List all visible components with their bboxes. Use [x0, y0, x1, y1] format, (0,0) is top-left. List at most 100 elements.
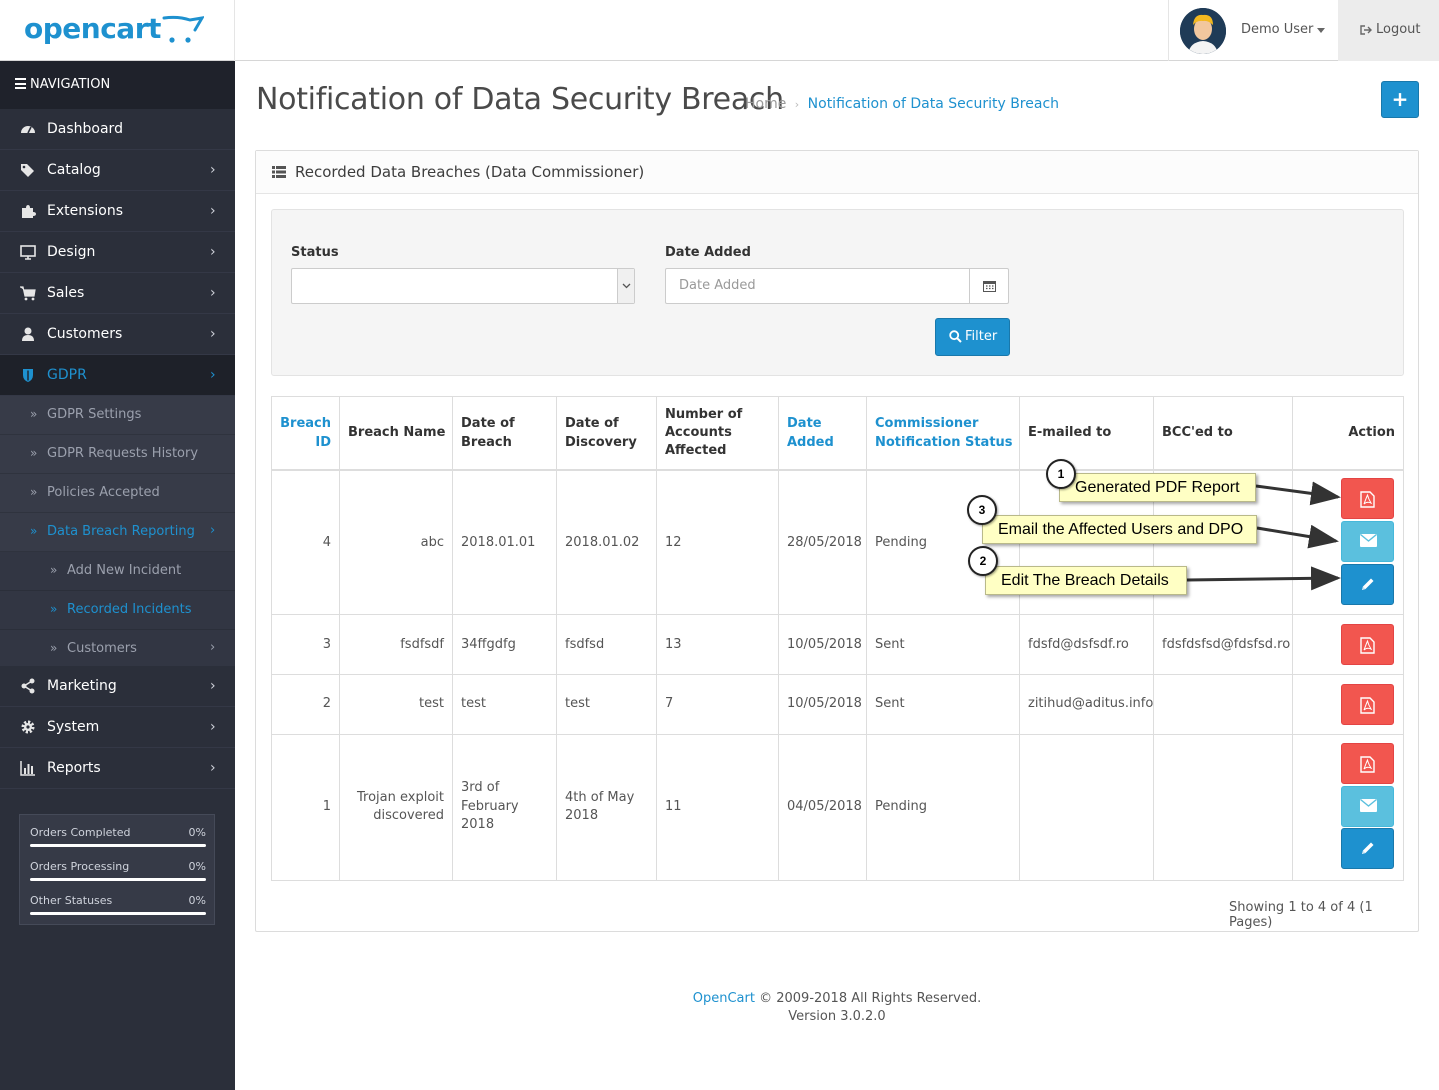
pdf-report-button[interactable]: [1341, 478, 1394, 519]
column-header-date-added[interactable]: Date Added: [779, 397, 867, 469]
row-actions: [1293, 735, 1403, 880]
filter-button[interactable]: Filter: [935, 318, 1010, 356]
sidebar: NAVIGATION Dashboard Catalog › Extension…: [0, 61, 235, 1090]
edit-button[interactable]: [1341, 828, 1394, 869]
logout-button[interactable]: Logout: [1338, 0, 1439, 61]
table-row: 3 fsdfsdf 34ffgdfg fsdfsd 13 10/05/2018 …: [272, 614, 1403, 674]
progress-bar: [30, 912, 206, 915]
footer-brand-link[interactable]: OpenCart: [693, 991, 755, 1006]
breadcrumb-home[interactable]: Home: [745, 96, 786, 112]
chevron-right-icon: ›: [210, 367, 216, 383]
list-icon: [272, 166, 286, 178]
email-button[interactable]: [1341, 786, 1394, 827]
sidebar-item-catalog[interactable]: Catalog ›: [0, 150, 235, 191]
bars-icon: [15, 78, 26, 89]
column-header-date-of-breach: Date of Breach: [453, 397, 557, 469]
order-stats-widget: Orders Completed 0% Orders Processing 0%…: [19, 814, 215, 925]
user-menu[interactable]: Demo User: [1168, 0, 1338, 61]
pencil-icon: [1362, 842, 1374, 854]
sidebar-item-breach-customers[interactable]: » Customers ›: [0, 630, 235, 669]
breach-table: Breach ID Breach Name Date of Breach Dat…: [271, 396, 1404, 881]
edit-button[interactable]: [1341, 564, 1394, 605]
search-icon: [949, 330, 962, 343]
progress-bar: [30, 844, 206, 847]
chevron-right-icon: ›: [210, 285, 216, 301]
stat-orders-processing: Orders Processing 0%: [30, 851, 206, 881]
chevron-right-icon: ›: [210, 640, 216, 655]
status-select[interactable]: [291, 268, 635, 304]
file-pdf-icon: [1360, 637, 1375, 654]
chevron-right-icon: ›: [210, 244, 216, 260]
date-added-label: Date Added: [665, 245, 751, 260]
pdf-report-button[interactable]: [1341, 743, 1394, 784]
date-added-input[interactable]: Date Added: [665, 268, 970, 304]
double-angle-right-icon: »: [50, 602, 58, 616]
pagination-summary: Showing 1 to 4 of 4 (1 Pages): [1229, 900, 1373, 930]
breadcrumb: Home › Notification of Data Security Bre…: [745, 96, 1059, 112]
tags-icon: [21, 164, 34, 177]
column-header-bcc-to: BCC'ed to: [1154, 397, 1293, 469]
panel-title: Recorded Data Breaches (Data Commissione…: [295, 163, 645, 181]
calendar-button[interactable]: [969, 268, 1009, 304]
chevron-right-icon: ›: [210, 203, 216, 219]
progress-bar: [30, 878, 206, 881]
callout-badge-2: 2: [968, 546, 998, 576]
sidebar-item-gdpr-requests-history[interactable]: » GDPR Requests History: [0, 435, 235, 474]
column-header-breach-name: Breach Name: [340, 397, 453, 469]
panel-heading: Recorded Data Breaches (Data Commissione…: [256, 151, 1418, 194]
sidebar-item-design[interactable]: Design ›: [0, 232, 235, 273]
footer-version: Version 3.0.2.0: [788, 1009, 886, 1024]
sidebar-item-gdpr[interactable]: GDPR ›: [0, 355, 235, 396]
pdf-report-button[interactable]: [1341, 684, 1394, 725]
sidebar-item-sales[interactable]: Sales ›: [0, 273, 235, 314]
add-new-button[interactable]: +: [1381, 81, 1419, 118]
double-angle-right-icon: »: [30, 524, 38, 538]
stat-orders-completed: Orders Completed 0%: [30, 817, 206, 847]
sidebar-item-dashboard[interactable]: Dashboard: [0, 109, 235, 150]
sidebar-item-recorded-incidents[interactable]: » Recorded Incidents: [0, 591, 235, 630]
breadcrumb-separator: ›: [794, 98, 800, 111]
row-actions: [1293, 615, 1403, 674]
sidebar-item-gdpr-settings[interactable]: » GDPR Settings: [0, 396, 235, 435]
file-pdf-icon: [1360, 491, 1375, 508]
page-title: Notification of Data Security Breach: [256, 82, 784, 117]
email-button[interactable]: [1341, 521, 1394, 562]
dashboard-icon: [21, 126, 35, 134]
gear-icon: [21, 720, 35, 734]
breadcrumb-current[interactable]: Notification of Data Security Breach: [808, 96, 1059, 112]
sidebar-item-add-new-incident[interactable]: » Add New Incident: [0, 552, 235, 591]
double-angle-right-icon: »: [30, 446, 38, 460]
sign-out-icon: [1360, 25, 1372, 35]
envelope-icon: [1360, 534, 1377, 547]
table-row: 2 test test test 7 10/05/2018 Sent zitih…: [272, 674, 1403, 734]
sidebar-item-system[interactable]: System ›: [0, 707, 235, 748]
share-icon: [21, 678, 35, 694]
logo-text: opencart: [24, 12, 161, 45]
shield-icon: [23, 369, 33, 382]
sidebar-item-policies-accepted[interactable]: » Policies Accepted: [0, 474, 235, 513]
sidebar-item-marketing[interactable]: Marketing ›: [0, 666, 235, 707]
sidebar-item-data-breach-reporting[interactable]: » Data Breach Reporting ›: [0, 513, 235, 552]
column-header-breach-id[interactable]: Breach ID: [272, 397, 340, 469]
row-actions: [1293, 471, 1403, 614]
file-pdf-icon: [1360, 697, 1375, 714]
column-header-date-of-discovery: Date of Discovery: [557, 397, 657, 469]
footer: OpenCart © 2009-2018 All Rights Reserved…: [235, 990, 1439, 1026]
column-header-accounts-affected: Number of Accounts Affected: [657, 397, 779, 469]
sidebar-item-reports[interactable]: Reports ›: [0, 748, 235, 789]
sidebar-item-customers[interactable]: Customers ›: [0, 314, 235, 355]
user-name: Demo User: [1241, 22, 1314, 37]
navigation-heading: NAVIGATION: [0, 61, 235, 109]
logo[interactable]: opencart: [0, 0, 235, 61]
callout-edit-details: Edit The Breach Details: [985, 566, 1187, 595]
column-header-notification-status[interactable]: Commissioner Notification Status: [867, 397, 1020, 469]
calendar-icon: [983, 281, 996, 292]
table-row: 1 Trojan exploit discovered 3rd of Febru…: [272, 734, 1403, 880]
bar-chart-icon: [20, 761, 35, 776]
monitor-icon: [20, 245, 36, 260]
chevron-right-icon: ›: [210, 678, 216, 694]
sidebar-item-extensions[interactable]: Extensions ›: [0, 191, 235, 232]
chevron-down-icon: [617, 269, 634, 303]
chevron-right-icon: ›: [210, 760, 216, 776]
pdf-report-button[interactable]: [1341, 624, 1394, 665]
